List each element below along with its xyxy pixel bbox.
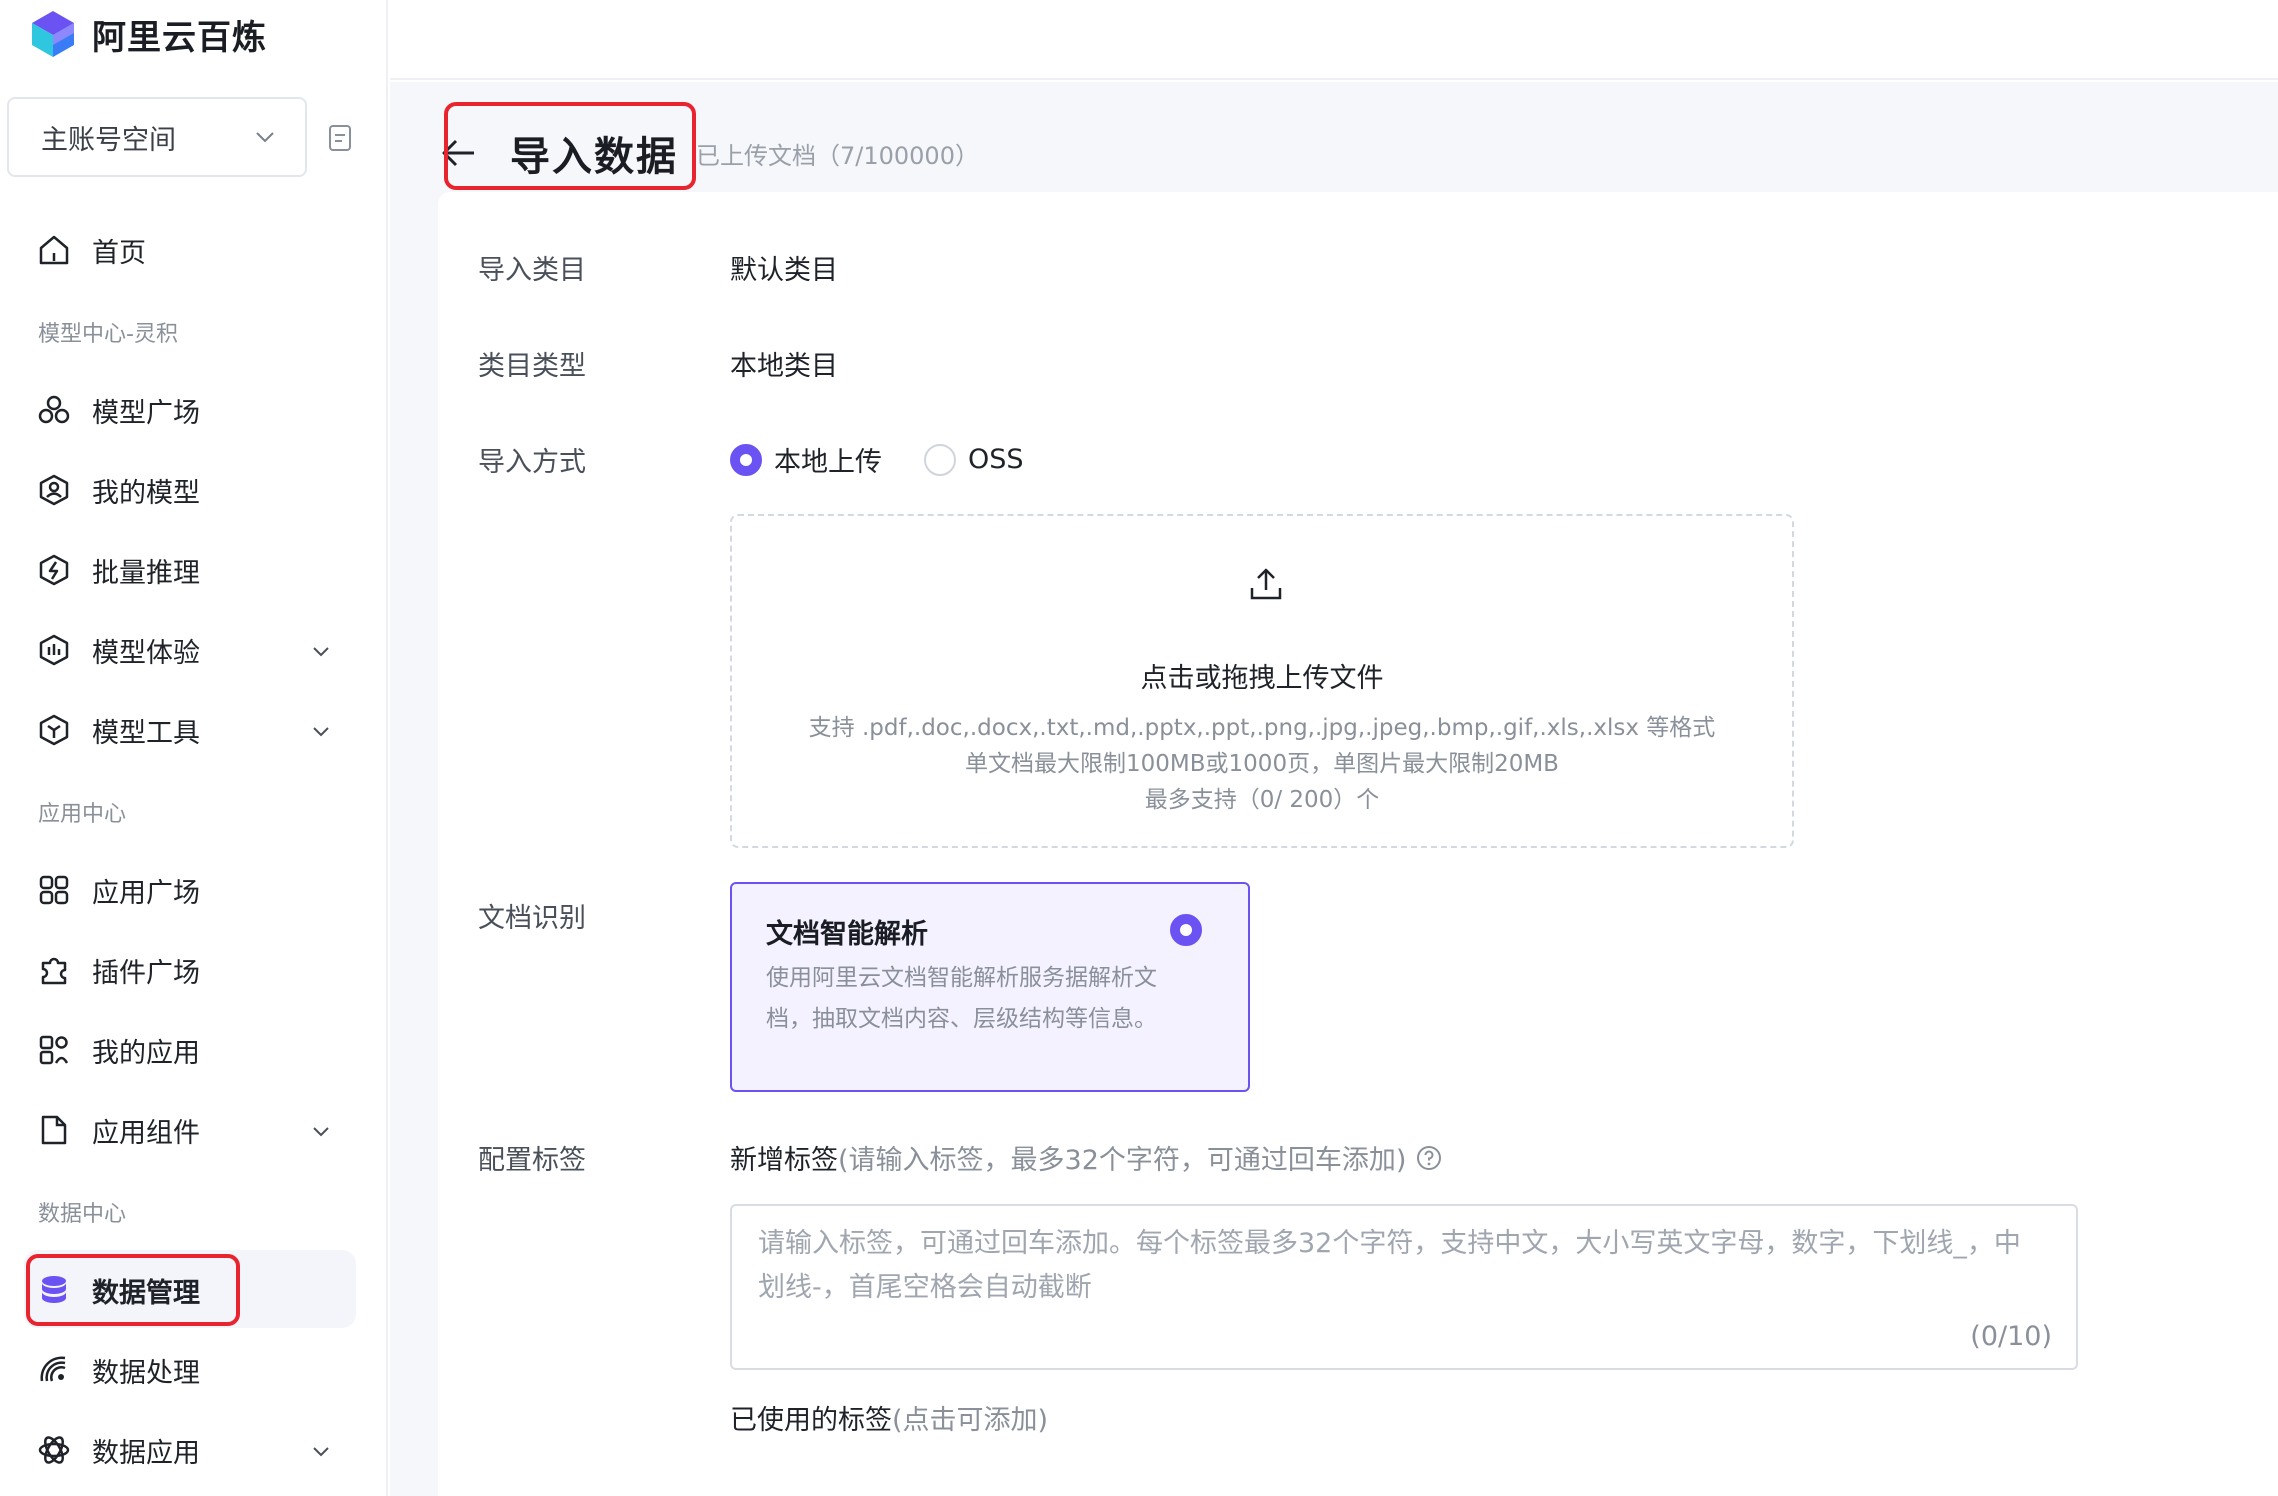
nav-label: 应用广场 bbox=[92, 877, 200, 909]
import-method-radio-group: 本地上传 OSS bbox=[730, 440, 1054, 479]
tag-input-placeholder: 请输入标签，可通过回车添加。每个标签最多32个字符，支持中文，大小写英文字母，数… bbox=[758, 1228, 2021, 1303]
annotation-highlight-nav bbox=[26, 1254, 240, 1326]
upload-dropzone[interactable]: 点击或拖拽上传文件 支持 .pdf,.doc,.docx,.txt,.md,.p… bbox=[730, 514, 1794, 848]
workspace-label: 主账号空间 bbox=[41, 124, 176, 156]
new-tag-heading: 新增标签 (请输入标签，最多32个字符，可通过回车添加) bbox=[730, 1138, 1442, 1177]
dropzone-limits: 单文档最大限制100MB或1000页，单图片最大限制20MB bbox=[965, 751, 1559, 777]
workspace-select[interactable]: 主账号空间 bbox=[7, 97, 307, 177]
nav-app-square[interactable]: 应用广场 bbox=[36, 862, 336, 918]
dropzone-max-count: 最多支持（0/ 200）个 bbox=[1144, 787, 1380, 813]
nav-label: 数据处理 bbox=[92, 1357, 200, 1389]
upload-icon bbox=[1250, 568, 1282, 600]
home-icon bbox=[36, 232, 72, 268]
user-shield-icon bbox=[36, 472, 72, 508]
nav-batch-inference[interactable]: 批量推理 bbox=[36, 542, 336, 598]
nav-home[interactable]: 首页 bbox=[36, 222, 336, 278]
radio-local-upload[interactable] bbox=[730, 443, 762, 476]
nav-label: 模型工具 bbox=[92, 717, 200, 749]
nav-model-tools[interactable]: 模型工具 bbox=[36, 702, 336, 758]
tag-count: (0/10) bbox=[1970, 1321, 2052, 1352]
chevron-down-icon bbox=[313, 647, 329, 657]
category-value: 默认类目 bbox=[730, 255, 838, 286]
nav-label: 数据应用 bbox=[92, 1437, 200, 1469]
nav-label: 应用组件 bbox=[92, 1117, 200, 1149]
doc-recognition-label: 文档识别 bbox=[478, 903, 586, 934]
chart-hexagon-icon bbox=[36, 632, 72, 668]
nav-label: 插件广场 bbox=[92, 957, 200, 989]
category-label: 导入类目 bbox=[478, 255, 586, 286]
used-tags-hint: (点击可添加) bbox=[892, 1405, 1049, 1436]
nav-app-components[interactable]: 应用组件 bbox=[36, 1102, 336, 1158]
bolt-hexagon-icon bbox=[36, 552, 72, 588]
cubes-icon bbox=[36, 392, 72, 428]
annotation-highlight-title bbox=[444, 102, 696, 190]
signal-icon bbox=[36, 1352, 72, 1388]
smart-parse-description: 使用阿里云文档智能解析服务据解析文档，抽取文档内容、层级结构等信息。 bbox=[766, 965, 1157, 1032]
nav-section-model: 模型中心-灵积 bbox=[38, 322, 178, 347]
puzzle-icon bbox=[36, 952, 72, 988]
document-icon[interactable] bbox=[324, 122, 356, 154]
nav-label: 批量推理 bbox=[92, 557, 200, 589]
top-bar bbox=[390, 0, 2278, 80]
nav-label: 我的模型 bbox=[92, 477, 200, 509]
nav-section-data: 数据中心 bbox=[38, 1202, 127, 1227]
nav-data-application[interactable]: 数据应用 bbox=[36, 1422, 336, 1478]
category-type-label: 类目类型 bbox=[478, 351, 586, 382]
chevron-down-icon bbox=[256, 132, 274, 143]
smart-parse-radio[interactable] bbox=[1170, 914, 1202, 946]
brand[interactable]: 阿里云百炼 bbox=[30, 8, 267, 60]
nav-my-apps[interactable]: 我的应用 bbox=[36, 1022, 336, 1078]
sidebar: 阿里云百炼 主账号空间 首页 模型中心-灵积 模型广场 我的模型 批量推理 模型… bbox=[0, 0, 388, 1496]
tool-hexagon-icon bbox=[36, 712, 72, 748]
atom-icon bbox=[36, 1432, 72, 1468]
nav-label: 模型体验 bbox=[92, 637, 200, 669]
tags-label: 配置标签 bbox=[478, 1145, 586, 1176]
chevron-down-icon bbox=[313, 727, 329, 737]
nav-model-experience[interactable]: 模型体验 bbox=[36, 622, 336, 678]
nav-label: 我的应用 bbox=[92, 1037, 200, 1069]
nav-data-processing[interactable]: 数据处理 bbox=[36, 1342, 336, 1398]
nav-my-models[interactable]: 我的模型 bbox=[36, 462, 336, 518]
smart-parse-option[interactable]: 文档智能解析 使用阿里云文档智能解析服务据解析文档，抽取文档内容、层级结构等信息… bbox=[730, 882, 1250, 1092]
category-type-value: 本地类目 bbox=[730, 351, 838, 382]
radio-oss-label[interactable]: OSS bbox=[968, 444, 1024, 475]
used-tags-heading: 已使用的标签(点击可添加) bbox=[730, 1398, 1048, 1437]
nav-section-app: 应用中心 bbox=[38, 802, 127, 827]
nav-model-square[interactable]: 模型广场 bbox=[36, 382, 336, 438]
help-icon[interactable] bbox=[1416, 1145, 1442, 1171]
dropzone-formats: 支持 .pdf,.doc,.docx,.txt,.md,.pptx,.ppt,.… bbox=[808, 715, 1716, 741]
new-tag-label: 新增标签 bbox=[730, 1145, 838, 1176]
radio-local-upload-label[interactable]: 本地上传 bbox=[774, 440, 882, 479]
nav-plugin-square[interactable]: 插件广场 bbox=[36, 942, 336, 998]
main-content: 导入数据 已上传文档（7/100000） 导入类目 默认类目 类目类型 本地类目… bbox=[390, 82, 2278, 1496]
tag-input[interactable]: 请输入标签，可通过回车添加。每个标签最多32个字符，支持中文，大小写英文字母，数… bbox=[730, 1204, 2078, 1370]
logo-icon bbox=[32, 11, 74, 57]
file-component-icon bbox=[36, 1112, 72, 1148]
chevron-down-icon bbox=[313, 1127, 329, 1137]
dropzone-title: 点击或拖拽上传文件 bbox=[1140, 663, 1384, 694]
grid-icon bbox=[36, 872, 72, 908]
radio-oss[interactable] bbox=[924, 443, 956, 476]
new-tag-hint: (请输入标签，最多32个字符，可通过回车添加) bbox=[838, 1145, 1407, 1176]
apps-user-icon bbox=[36, 1032, 72, 1068]
brand-name: 阿里云百炼 bbox=[92, 17, 267, 58]
nav-label: 模型广场 bbox=[92, 397, 200, 429]
chevron-down-icon bbox=[313, 1447, 329, 1457]
import-method-label: 导入方式 bbox=[478, 447, 586, 478]
import-form: 导入类目 默认类目 类目类型 本地类目 导入方式 本地上传 OSS 点击或拖拽上… bbox=[438, 192, 2278, 1496]
used-tags-label: 已使用的标签 bbox=[730, 1405, 892, 1436]
upload-count: 已上传文档（7/100000） bbox=[696, 141, 979, 170]
nav-home-label: 首页 bbox=[92, 237, 146, 269]
smart-parse-title: 文档智能解析 bbox=[766, 919, 928, 950]
